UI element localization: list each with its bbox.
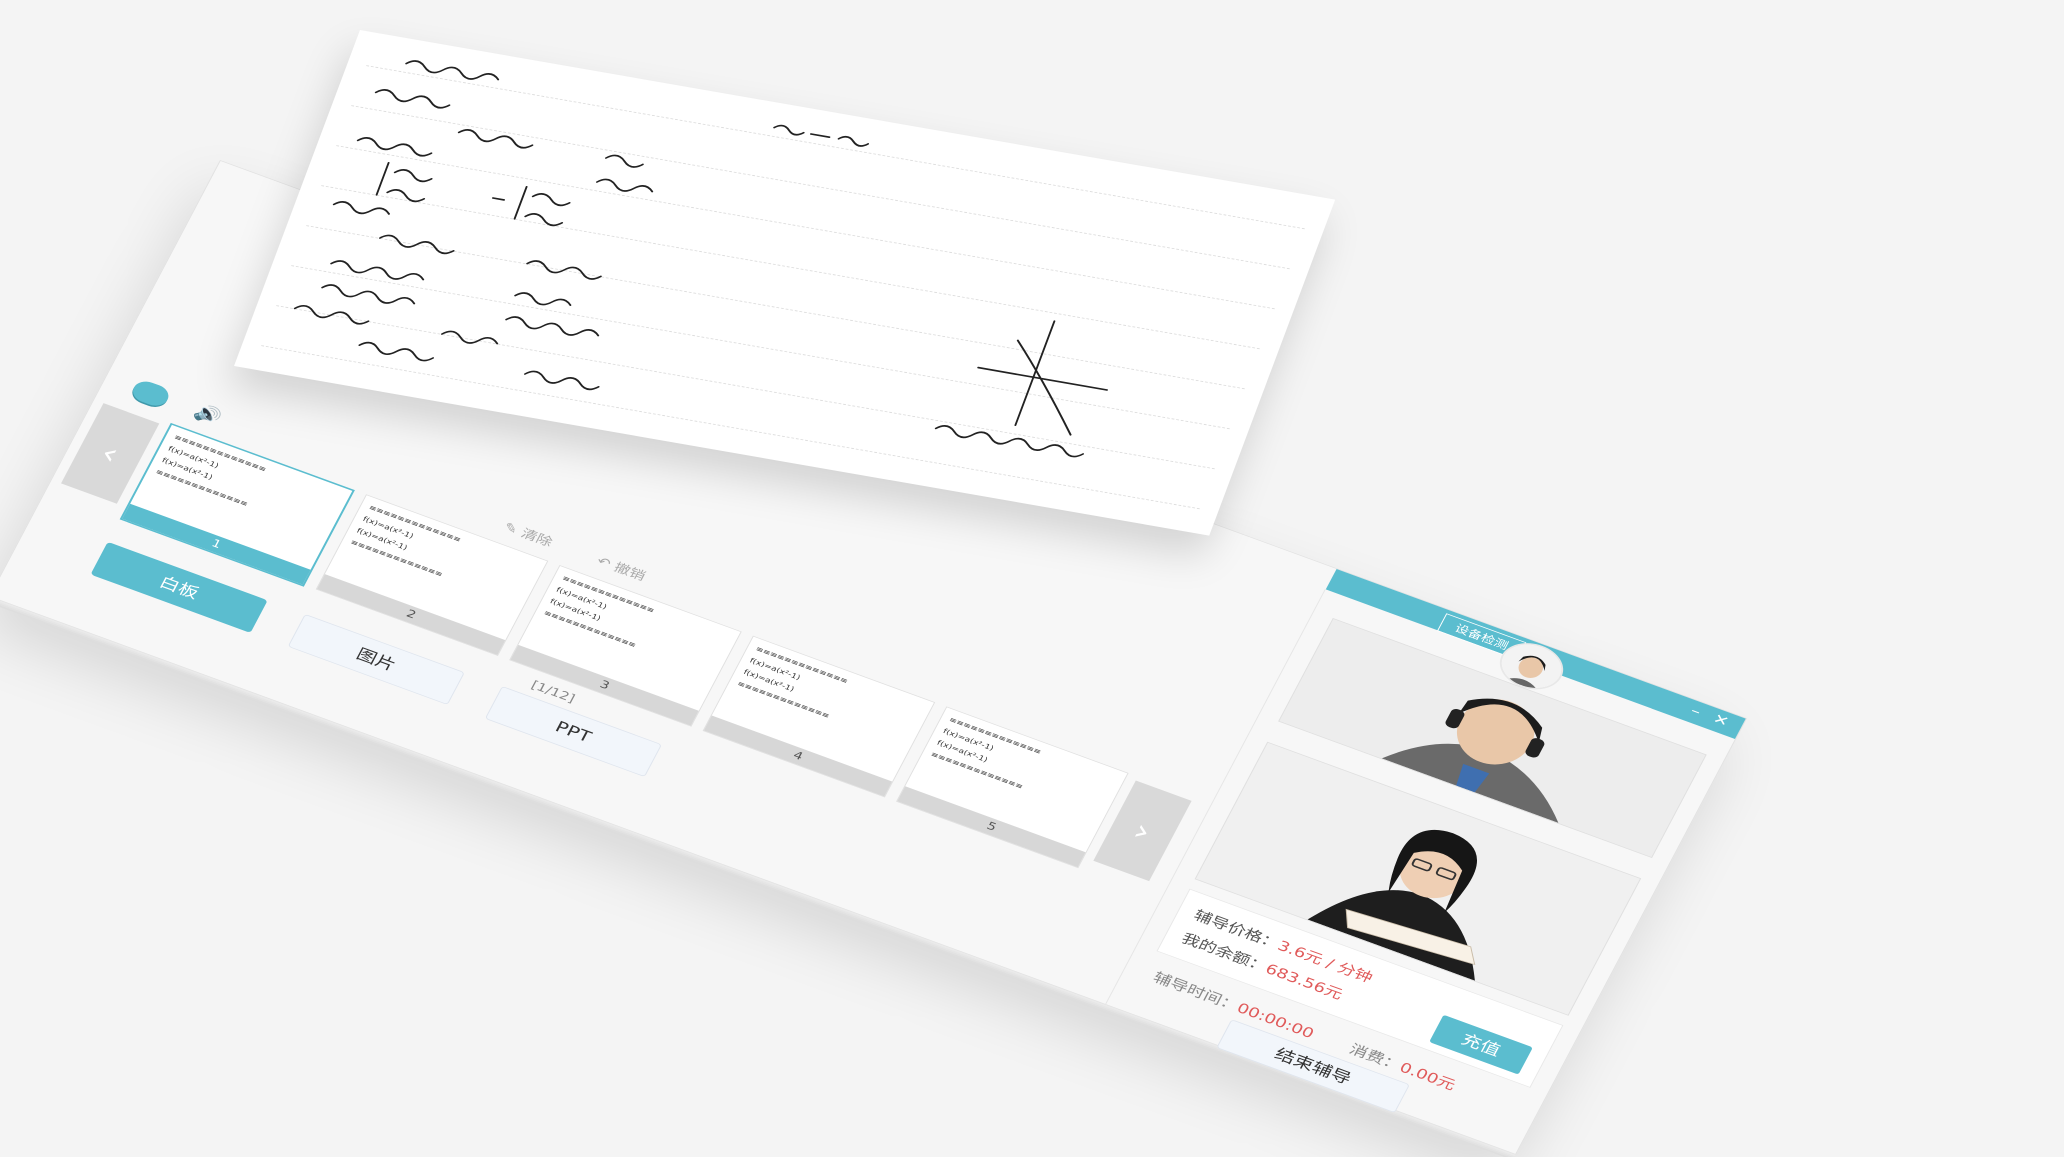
undo-button[interactable]: ↶ 撤销 (594, 551, 650, 584)
clear-label: 清除 (518, 525, 556, 550)
minimize-icon[interactable]: – (1688, 703, 1704, 720)
close-icon[interactable]: ✕ (1710, 711, 1732, 730)
microphone-icon[interactable] (128, 377, 173, 410)
clear-button[interactable]: ✎ 清除 (501, 517, 557, 550)
stage: 🔊 ✎ 清除 ↶ 撤销 ‹ ≡≡≡≡≡≡≡≡≡≡≡≡≡ f(x)=a(x²-1) f… (0, 0, 2064, 1155)
recharge-button[interactable]: 充值 (1429, 1014, 1533, 1075)
speaker-icon[interactable]: 🔊 (191, 402, 225, 428)
undo-label: 撤销 (611, 559, 649, 584)
